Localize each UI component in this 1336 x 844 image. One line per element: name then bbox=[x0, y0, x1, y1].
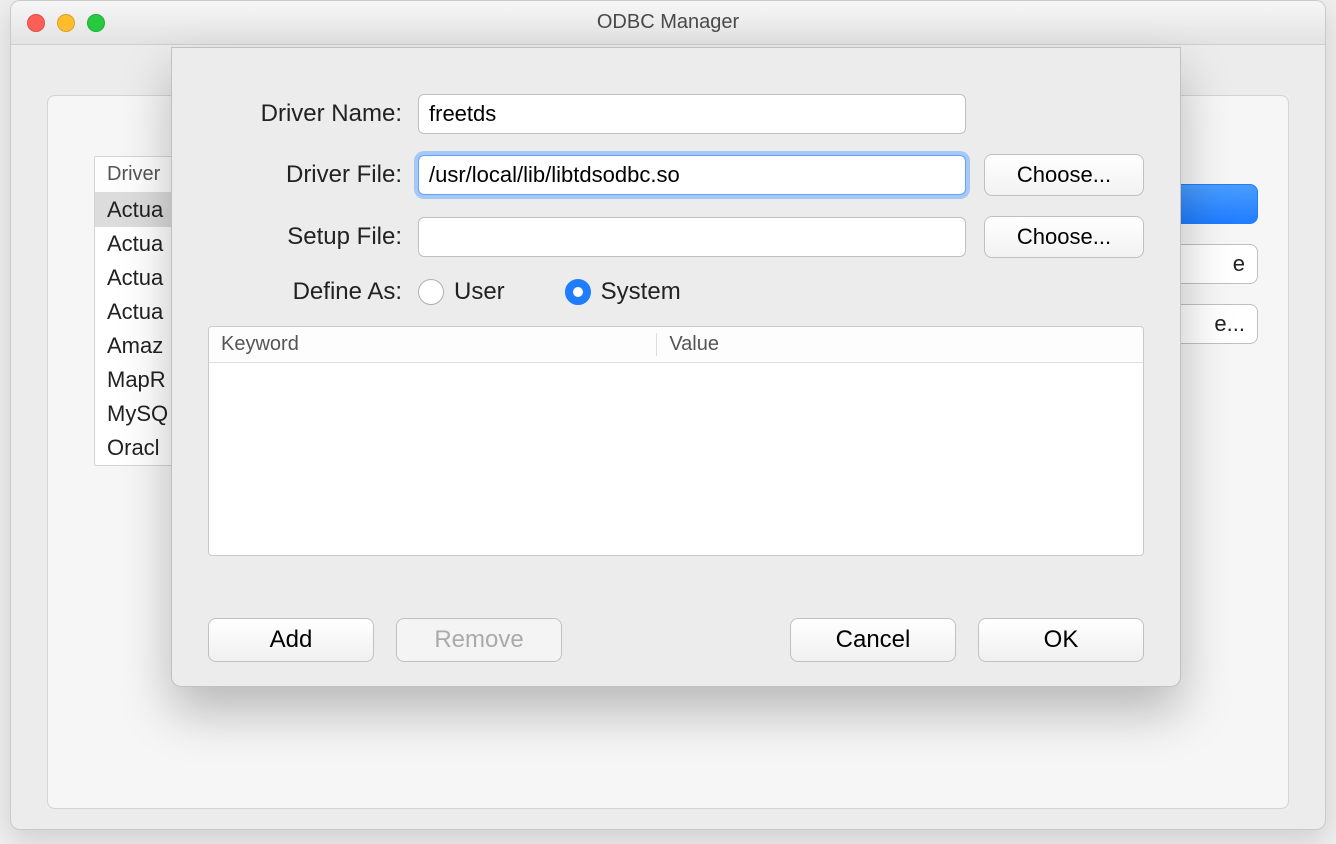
choose-setup-file-button[interactable]: Choose... bbox=[984, 216, 1144, 258]
odbc-manager-window: ODBC Manager Driver Actua Actua Actua Ac… bbox=[10, 0, 1326, 830]
close-icon[interactable] bbox=[27, 14, 45, 32]
dialog-buttons: Add Remove Cancel OK bbox=[208, 618, 1144, 662]
side-button[interactable]: e... bbox=[1168, 304, 1258, 344]
traffic-lights bbox=[11, 14, 105, 32]
radio-icon bbox=[565, 279, 591, 305]
choose-driver-file-button[interactable]: Choose... bbox=[984, 154, 1144, 196]
minimize-icon[interactable] bbox=[57, 14, 75, 32]
driver-file-field[interactable] bbox=[418, 155, 966, 195]
window-title: ODBC Manager bbox=[11, 11, 1325, 34]
define-as-system[interactable]: System bbox=[565, 278, 681, 306]
add-button[interactable]: Add bbox=[208, 618, 374, 662]
remove-button: Remove bbox=[396, 618, 562, 662]
setup-file-field[interactable] bbox=[418, 217, 966, 257]
driver-file-label: Driver File: bbox=[208, 161, 418, 189]
kv-header: Keyword Value bbox=[209, 327, 1143, 363]
setup-file-label: Setup File: bbox=[208, 223, 418, 251]
titlebar: ODBC Manager bbox=[11, 1, 1325, 45]
driver-name-label: Driver Name: bbox=[208, 100, 418, 128]
keyword-value-table[interactable]: Keyword Value bbox=[208, 326, 1144, 556]
side-button[interactable]: e bbox=[1168, 244, 1258, 284]
define-as-label: Define As: bbox=[208, 278, 418, 306]
side-buttons: e e... bbox=[1168, 184, 1258, 344]
side-button-primary[interactable] bbox=[1168, 184, 1258, 224]
radio-icon bbox=[418, 279, 444, 305]
driver-dialog: Driver Name: Driver File: Choose... Setu… bbox=[171, 47, 1181, 687]
define-as-group: User System bbox=[418, 278, 681, 306]
radio-label: System bbox=[601, 278, 681, 306]
cancel-button[interactable]: Cancel bbox=[790, 618, 956, 662]
ok-button[interactable]: OK bbox=[978, 618, 1144, 662]
kv-header-keyword: Keyword bbox=[209, 333, 657, 356]
driver-name-field[interactable] bbox=[418, 94, 966, 134]
define-as-user[interactable]: User bbox=[418, 278, 505, 306]
kv-header-value: Value bbox=[657, 333, 1143, 356]
radio-label: User bbox=[454, 278, 505, 306]
zoom-icon[interactable] bbox=[87, 14, 105, 32]
